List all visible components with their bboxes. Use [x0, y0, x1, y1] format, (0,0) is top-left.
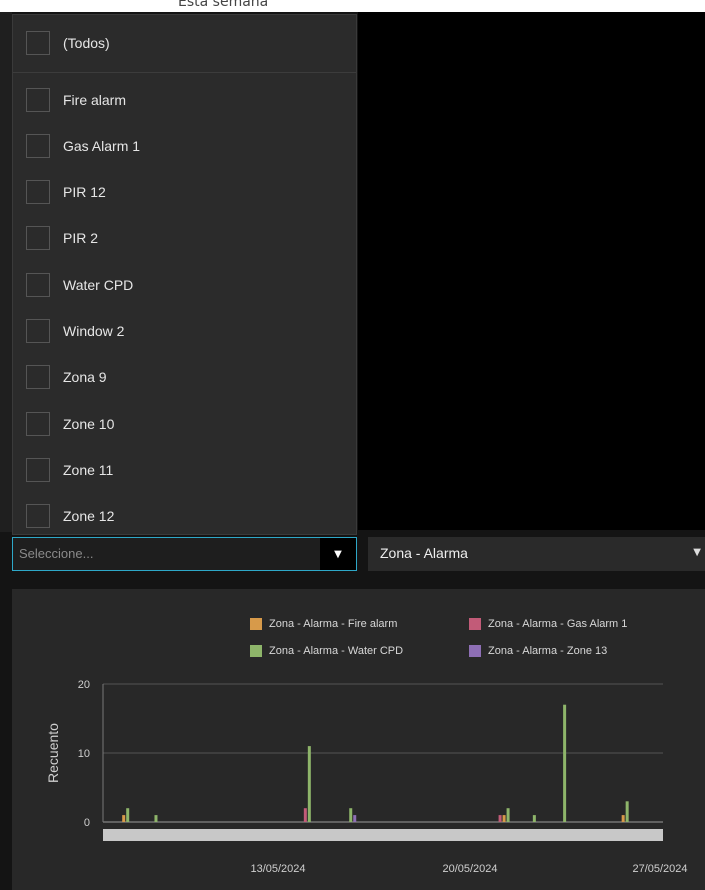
checkbox[interactable]: [26, 180, 50, 204]
list-item[interactable]: Gas Alarm 1: [13, 128, 356, 164]
chart-bar: [625, 801, 629, 822]
chart-bar: [506, 808, 510, 822]
chart-bar: [498, 815, 502, 822]
item-label: Window 2: [63, 323, 125, 339]
list-item[interactable]: Fire alarm: [13, 82, 356, 118]
checkbox[interactable]: [26, 273, 50, 297]
checkbox[interactable]: [26, 412, 50, 436]
checkbox[interactable]: [26, 365, 50, 389]
list-item[interactable]: Zone 10: [13, 406, 356, 442]
chart-range-scrollbar: [103, 829, 663, 841]
checkbox[interactable]: [26, 458, 50, 482]
chart-bar: [353, 815, 357, 822]
checkbox[interactable]: [26, 134, 50, 158]
chart-bar: [126, 808, 130, 822]
multiselect-placeholder: Seleccione...: [19, 546, 94, 561]
bar-chart: 0 10 20 Recuento 13/05/2024 20/05/2024 27/05/2…: [45, 679, 688, 875]
chart-bar: [307, 746, 311, 822]
chart-bar: [621, 815, 625, 822]
item-label: Water CPD: [63, 277, 134, 293]
list-item[interactable]: Water CPD: [13, 267, 356, 303]
y-tick-label: 0: [84, 817, 90, 829]
dropdown-toggle-button[interactable]: ▼: [320, 538, 356, 570]
list-item[interactable]: PIR 12: [13, 174, 356, 210]
checkbox[interactable]: [26, 88, 50, 112]
item-label: PIR 12: [63, 184, 106, 200]
item-label: Zona 9: [63, 369, 107, 385]
select-all-item[interactable]: (Todos): [13, 25, 356, 61]
checkbox[interactable]: [26, 319, 50, 343]
chart-panel: Zona - Alarma - Fire alarm Zona - Alarma…: [12, 589, 705, 890]
series-select[interactable]: Zona - Alarma ▼: [368, 537, 705, 571]
item-label: Zone 11: [63, 462, 114, 478]
list-item[interactable]: Zone 11: [13, 452, 356, 488]
checkbox[interactable]: [26, 226, 50, 250]
list-item[interactable]: Zona 9: [13, 359, 356, 395]
top-fragment-text: Esta semana: [178, 0, 269, 10]
chart-bar: [563, 704, 567, 822]
series-select-value: Zona - Alarma: [380, 545, 468, 561]
caret-down-icon: ▼: [693, 547, 701, 558]
chart-bar: [154, 815, 158, 822]
background-pane: [358, 12, 705, 530]
item-label: Fire alarm: [63, 92, 127, 108]
x-tick-label: 20/05/2024: [442, 863, 497, 875]
list-item[interactable]: PIR 2: [13, 220, 356, 256]
chart-bar: [532, 815, 536, 822]
filter-dropdown-list: (Todos) Fire alarm Gas Alarm 1 PIR 12 PI…: [12, 14, 357, 535]
caret-down-icon: ▼: [334, 548, 342, 560]
select-all-row[interactable]: (Todos): [13, 15, 356, 73]
item-label: Zone 12: [63, 508, 115, 524]
x-tick-label: 27/05/2024: [632, 863, 687, 875]
select-all-checkbox[interactable]: [26, 31, 50, 55]
multiselect-input[interactable]: Seleccione... ▼: [12, 537, 357, 571]
chart-bar: [349, 808, 353, 822]
item-label: Gas Alarm 1: [63, 138, 141, 154]
chart-bar: [502, 815, 506, 822]
y-axis-label: Recuento: [45, 723, 61, 783]
item-label: Zone 10: [63, 416, 115, 432]
top-fragment: Esta semana: [0, 0, 705, 12]
chart-bar: [122, 815, 126, 822]
item-label: PIR 2: [63, 230, 99, 246]
chart-bar: [303, 808, 307, 822]
checkbox[interactable]: [26, 504, 50, 528]
list-item[interactable]: Window 2: [13, 313, 356, 349]
select-all-label: (Todos): [63, 35, 110, 51]
y-tick-label: 10: [78, 748, 90, 760]
y-tick-label: 20: [78, 679, 90, 691]
x-tick-label: 13/05/2024: [250, 863, 305, 875]
left-strip: [0, 12, 12, 532]
list-item[interactable]: Zone 12: [13, 498, 356, 534]
